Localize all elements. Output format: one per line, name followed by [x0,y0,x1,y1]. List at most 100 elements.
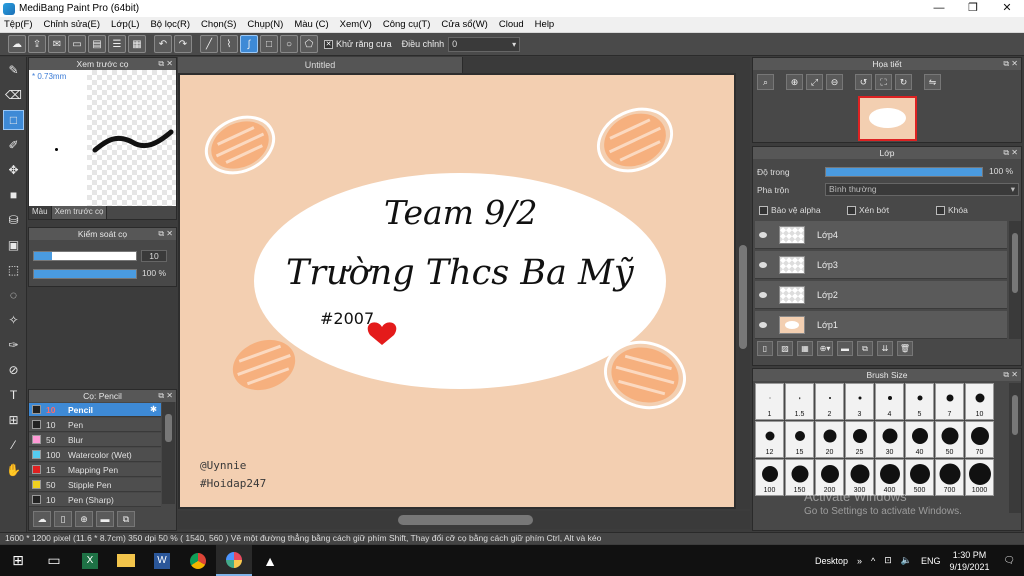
antialias-checkbox[interactable]: ✕ [324,39,333,49]
delete-layer-icon[interactable]: 🗑 [897,341,913,356]
layer-row[interactable]: Lớp2 [755,281,1007,309]
layer-scrollbar[interactable] [1009,221,1021,339]
blend-mode-select[interactable]: Bình thường [825,183,1019,196]
file-explorer-icon[interactable] [108,545,144,576]
message-icon[interactable]: ▭ [68,35,86,53]
scroll-thumb[interactable] [165,414,172,442]
windows-start-icon[interactable]: ⊞ [0,545,36,576]
canvas-viewport[interactable]: Team 9/2 Trường Thcs Ba Mỹ #2007 @Uynnie… [178,73,736,509]
panel-close-icon[interactable]: ⧉ ✕ [158,390,173,402]
eraser-tool-icon[interactable]: ⌫ [3,85,24,105]
merge-layer-icon[interactable]: ⇊ [877,341,893,356]
panel-close-icon[interactable]: ⧉ ✕ [1003,58,1018,70]
brush-list-item[interactable]: 100 Watercolor (Wet) [29,448,161,462]
lock-alpha-option[interactable]: Bảo vệ alpha [759,205,821,215]
navigator-thumbnail[interactable] [858,96,917,141]
select-eraser-tool-icon[interactable]: ⊘ [3,360,24,380]
scroll-thumb[interactable] [1012,395,1018,435]
brush-size-option[interactable]: 7 [935,383,964,420]
brush-list-item[interactable]: 50 Stipple Pen [29,478,161,492]
menu-help[interactable]: Help [535,19,555,30]
lock-option[interactable]: Khóa [936,205,968,215]
text-tool-icon[interactable]: T [3,385,24,405]
polygon-tool-icon[interactable]: ⬠ [300,35,318,53]
panel-close-icon[interactable]: ⧉ ✕ [158,228,173,240]
undo-icon[interactable]: ↶ [154,35,172,53]
menu-color[interactable]: Màu (C) [294,19,328,30]
menu-layer[interactable]: Lớp(L) [111,19,139,30]
menu-view[interactable]: Xem(V) [340,19,372,30]
menu-edit[interactable]: Chỉnh sửa(E) [44,19,101,30]
antialias-option[interactable]: ✕ Khử răng cưa [324,39,392,49]
menu-cloud[interactable]: Cloud [499,19,524,30]
maximize-button[interactable]: ❐ [956,0,990,17]
rotate-right-icon[interactable]: ↻ [895,74,912,90]
brush-size-option[interactable]: 1 [755,383,784,420]
brush-size-option[interactable]: 30 [875,421,904,458]
share-icon[interactable]: ⇪ [28,35,46,53]
tab-brush-preview[interactable]: Xem trước cọ [51,206,108,219]
close-button[interactable]: ✕ [990,0,1024,17]
brush-size-option[interactable]: 4 [875,383,904,420]
rotate-left-icon[interactable]: ↺ [855,74,872,90]
duplicate-layer-icon[interactable]: ⧉ [857,341,873,356]
new-halftone-layer-icon[interactable]: ▨ [777,341,793,356]
fit-window-icon[interactable]: ⤢ [806,74,823,90]
comment-icon[interactable]: ✉ [48,35,66,53]
brush-size-option[interactable]: 40 [905,421,934,458]
brush-size-option[interactable]: 20 [815,421,844,458]
menu-file[interactable]: Tệp(F) [4,19,33,30]
menu-filter[interactable]: Bộ lọc(R) [150,19,190,30]
move-tool-icon[interactable]: ✥ [3,160,24,180]
cloud-icon[interactable]: ☁ [8,35,26,53]
layer-opacity-slider[interactable] [825,167,983,177]
layer-visibility-eye-icon[interactable] [759,321,767,328]
layer-folder-icon[interactable]: ▬ [837,341,853,356]
redo-icon[interactable]: ↷ [174,35,192,53]
layer-row[interactable]: Lớp3 [755,251,1007,279]
layer-visibility-eye-icon[interactable] [759,291,767,298]
menu-window[interactable]: Cửa sổ(W) [441,19,487,30]
polyline-tool-icon[interactable]: ⌇ [220,35,238,53]
volume-icon[interactable]: 🔈 [901,555,912,566]
add-brush-icon[interactable]: ⊕ [75,511,93,527]
lock-checkbox[interactable] [936,205,945,215]
brush-size-option[interactable]: 25 [845,421,874,458]
brush-size-option[interactable]: 12 [755,421,784,458]
word-icon[interactable]: W [144,545,180,576]
dot-tool-icon[interactable]: ✐ [3,135,24,155]
clock[interactable]: 1:30 PM 9/19/2021 [950,549,990,573]
duplicate-icon[interactable]: ⧉ [117,511,135,527]
new-brush-icon[interactable]: ▯ [54,511,72,527]
select-tool-icon[interactable]: ⬚ [3,260,24,280]
brush-size-option[interactable]: 1.5 [785,383,814,420]
fullscreen-icon[interactable]: ⛶ [875,74,892,90]
flip-icon[interactable]: ⇋ [924,74,941,90]
language-indicator[interactable]: ENG [921,556,941,566]
brush-size-slider[interactable] [33,251,137,261]
select-pen-tool-icon[interactable]: ✑ [3,335,24,355]
brush-tool-icon[interactable]: ✎ [3,60,24,80]
gradient-tool-icon[interactable]: ▣ [3,235,24,255]
tray-up-icon[interactable]: ^ [871,556,875,566]
brush-size-option[interactable]: 70 [965,421,994,458]
grid-icon[interactable]: ▦ [128,35,146,53]
add-layer-icon[interactable]: ⊕▾ [817,341,833,356]
curve-tool-icon[interactable]: ∫ [240,35,258,53]
menu-tools[interactable]: Công cụ(T) [383,19,431,30]
panel-close-icon[interactable]: ⧉ ✕ [158,58,173,70]
tray-chevron-icon[interactable]: » [857,556,862,566]
divide-tool-icon[interactable]: ⊞ [3,410,24,430]
minimize-button[interactable]: — [922,0,956,17]
brush-size-option[interactable]: 3 [845,383,874,420]
task-view-icon[interactable]: ▭ [36,545,72,576]
brush-size-option[interactable]: 50 [935,421,964,458]
layer-visibility-eye-icon[interactable] [759,231,767,238]
brush-size-scrollbar[interactable] [1009,383,1021,513]
shape-tool-icon[interactable]: □ [3,110,24,130]
excel-icon[interactable]: X [72,545,108,576]
eyedropper-tool-icon[interactable]: ⁄ [3,435,24,455]
lasso-tool-icon[interactable]: ◌ [3,285,24,305]
brush-size-option[interactable]: 100 [755,459,784,496]
artwork-canvas[interactable]: Team 9/2 Trường Thcs Ba Mỹ #2007 @Uynnie… [180,75,734,507]
